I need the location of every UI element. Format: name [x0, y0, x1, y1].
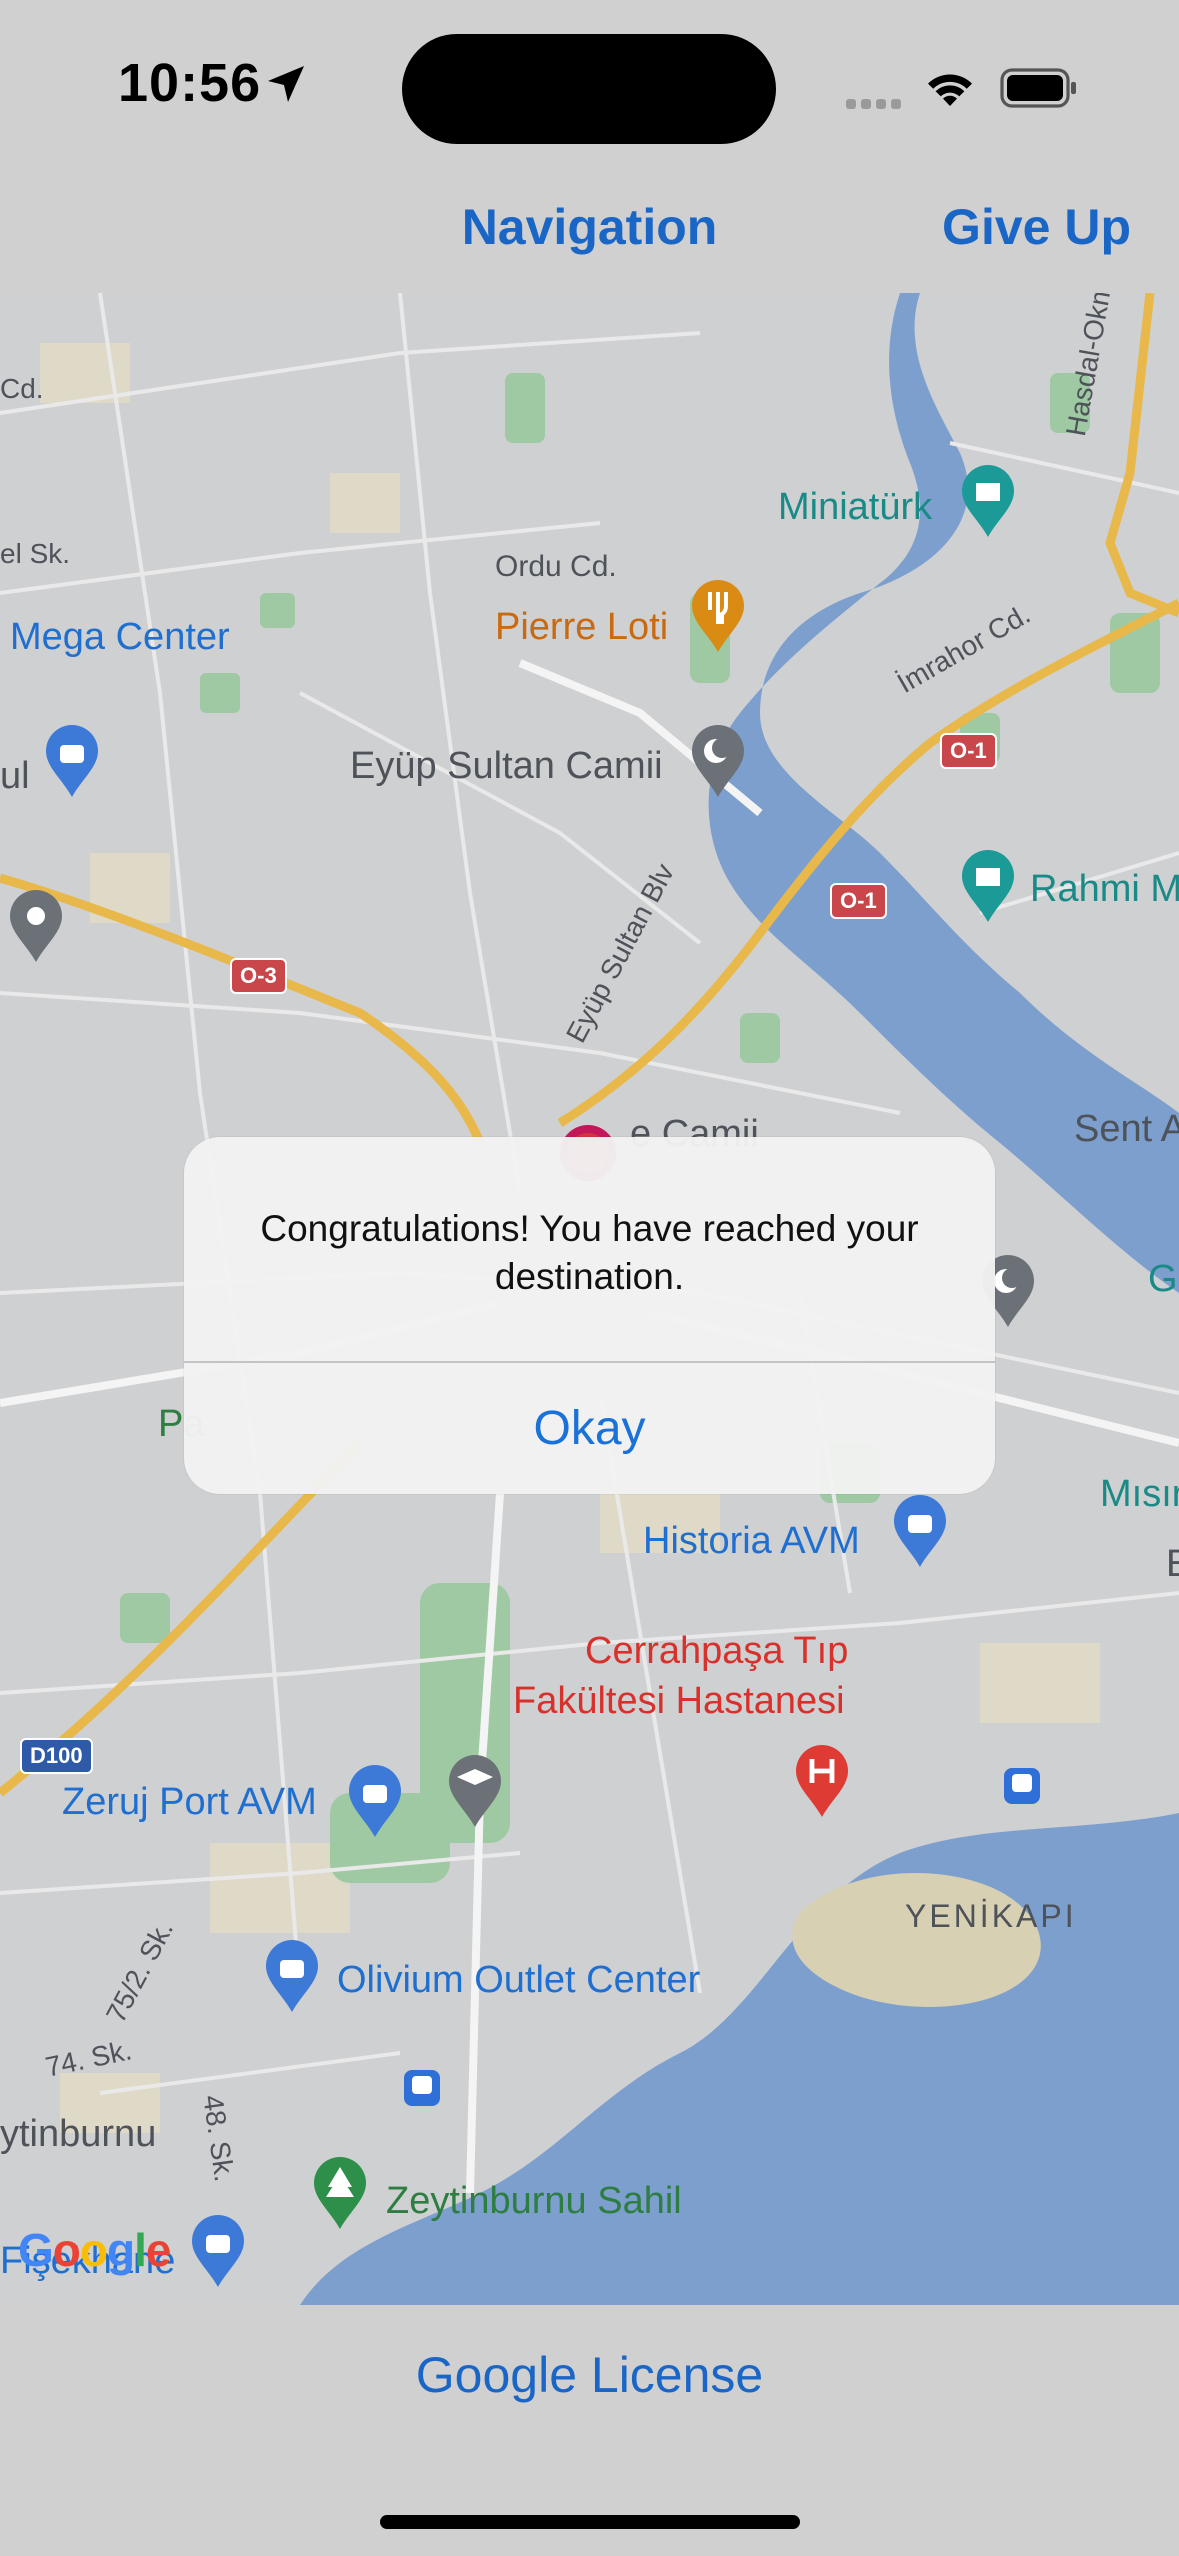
mosque-pin-icon[interactable] [688, 723, 748, 799]
alert-dialog: Congratulations! You have reached your d… [184, 1137, 995, 1494]
highway-shield: O-1 [940, 733, 997, 769]
map-label: el Sk. [0, 538, 71, 569]
restaurant-pin-icon[interactable] [688, 578, 748, 654]
shopping-pin-icon[interactable] [345, 1763, 405, 1839]
map-label-rahmi[interactable]: Rahmi M [1030, 868, 1179, 911]
map-label-zeytinburnu: ytinburnu [0, 2113, 157, 2155]
shopping-pin-icon[interactable] [890, 1493, 950, 1569]
map-label-cerrahpasa[interactable]: Cerrahpaşa Tıp [585, 1630, 848, 1673]
map-label: ul [0, 755, 30, 797]
location-arrow-icon [268, 66, 304, 102]
shopping-pin-icon[interactable] [188, 2213, 248, 2289]
museum-pin-icon[interactable] [958, 463, 1018, 539]
transit-icon[interactable] [402, 2068, 442, 2108]
google-license-link[interactable]: Google License [0, 2346, 1179, 2404]
highway-shield: O-1 [830, 883, 887, 919]
alert-message: Congratulations! You have reached your d… [260, 1208, 919, 1297]
okay-button[interactable]: Okay [184, 1363, 995, 1494]
wifi-icon [928, 74, 972, 106]
shopping-pin-icon[interactable] [262, 1938, 322, 2014]
university-pin-icon[interactable] [445, 1753, 505, 1829]
map-label: E [1166, 1543, 1179, 1585]
give-up-button[interactable]: Give Up [942, 198, 1131, 256]
map-label-cerrahpasa[interactable]: Fakültesi Hastanesi [513, 1680, 845, 1723]
park-pin-icon[interactable] [310, 2155, 370, 2231]
map-label-eyup-sultan-camii[interactable]: Eyüp Sultan Camii [350, 745, 663, 788]
hospital-pin-icon[interactable] [792, 1743, 852, 1819]
map-label: G [1148, 1258, 1178, 1300]
google-logo: Google [18, 2224, 171, 2276]
map-label-zeytinburnu-sahil[interactable]: Zeytinburnu Sahil [386, 2180, 682, 2223]
home-indicator[interactable] [380, 2515, 800, 2529]
map-label-historia[interactable]: Historia AVM [643, 1520, 860, 1563]
map-label-zeruj[interactable]: Zeruj Port AVM [62, 1781, 317, 1824]
map-label-miniaturk[interactable]: Miniatürk [778, 486, 932, 529]
map-label-mega-center[interactable]: Mega Center [10, 616, 230, 659]
map-label: Mısır [1100, 1473, 1179, 1515]
status-bar: 10:56 [0, 0, 1179, 175]
map-label-yenikapi: YENİKAPI [905, 1898, 1077, 1934]
museum-pin-icon[interactable] [958, 848, 1018, 924]
map-label-olivium[interactable]: Olivium Outlet Center [337, 1959, 700, 2002]
dynamic-island [402, 34, 776, 144]
battery-icon [1000, 68, 1076, 108]
map-label: Sent A [1074, 1108, 1179, 1150]
map-label-pierre-loti[interactable]: Pierre Loti [495, 606, 668, 649]
transit-icon[interactable] [1002, 1766, 1042, 1806]
place-pin-icon[interactable] [6, 888, 66, 964]
shopping-pin-icon[interactable] [42, 723, 102, 799]
cellular-signal-icon [846, 96, 906, 109]
map-label: Cd. [0, 373, 44, 404]
map-label-road: Ordu Cd. [495, 550, 617, 583]
highway-shield: D100 [20, 1738, 93, 1774]
highway-shield: O-3 [230, 958, 287, 994]
status-time: 10:56 [118, 53, 262, 113]
